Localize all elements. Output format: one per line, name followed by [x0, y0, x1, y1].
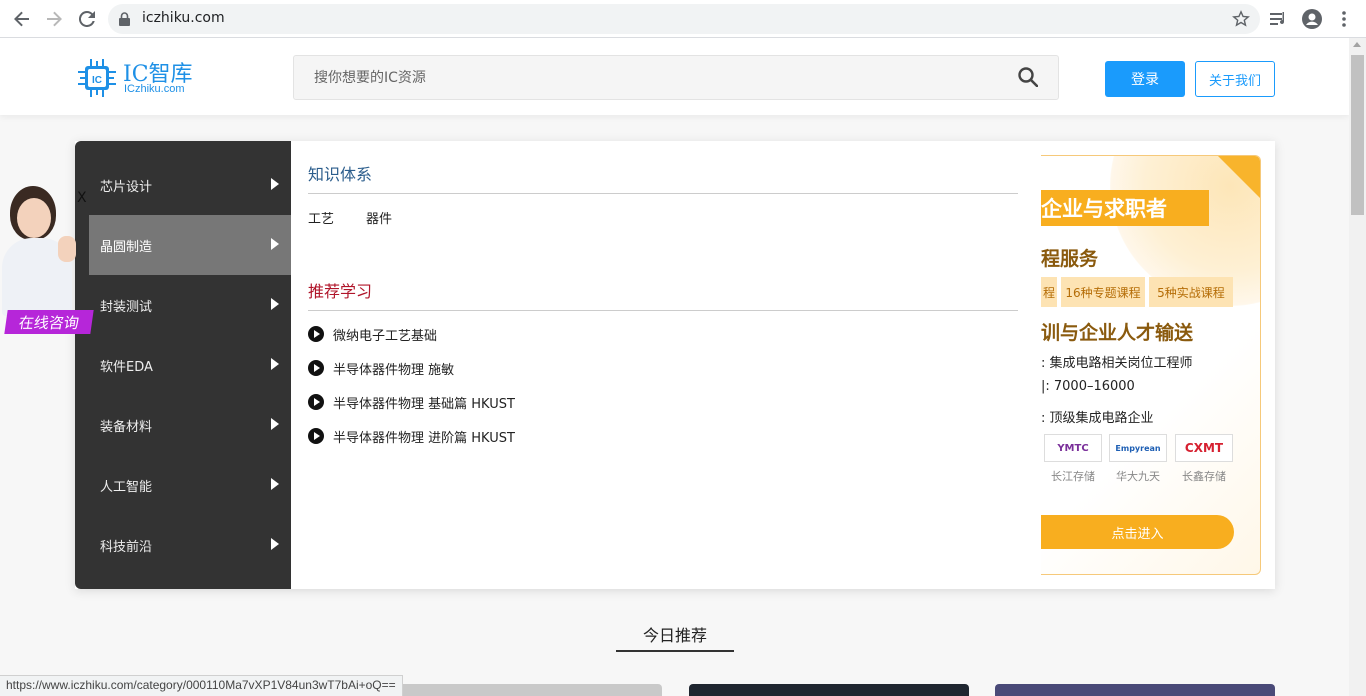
play-icon	[308, 326, 324, 342]
promo-line: : 顶级集成电路企业	[1041, 411, 1154, 426]
company-logo-empyrean: Empyrean	[1109, 434, 1167, 462]
category-sidebar: 芯片设计 晶圆制造 封装测试 软件EDA 装备材料 人工智能 科技前沿	[75, 141, 291, 589]
site-logo[interactable]: IC IC智库 ICzhiku.com	[75, 56, 205, 100]
sidebar-item-equipment-materials[interactable]: 装备材料	[89, 395, 291, 455]
sidebar-item-label: 封装测试	[100, 299, 153, 315]
sidebar-item-label: 晶圆制造	[100, 239, 153, 255]
category-mega-menu: 芯片设计 晶圆制造 封装测试 软件EDA 装备材料 人工智能 科技前沿 知识体系…	[75, 141, 1275, 589]
login-button[interactable]: 登录	[1105, 61, 1185, 97]
course-link[interactable]: 半导体器件物理 进阶篇 HKUST	[308, 426, 515, 446]
site-header: IC IC智库 ICzhiku.com 登录 关于我们	[0, 38, 1349, 115]
promo-line: |: 7000–16000	[1041, 379, 1135, 394]
sidebar-item-label: 芯片设计	[100, 179, 153, 195]
knowledge-section-title: 知识体系	[308, 165, 373, 184]
company-logo-ymtc: YMTC	[1044, 434, 1102, 462]
course-title: 微纳电子工艺基础	[333, 328, 438, 344]
course-title: 半导体器件物理 进阶篇 HKUST	[333, 430, 515, 446]
promo-tag: 5种实战课程	[1149, 277, 1233, 307]
bookmark-star-icon[interactable]	[1232, 10, 1250, 32]
keyword-link-device[interactable]: 器件	[366, 208, 392, 227]
course-title: 半导体器件物理 基础篇 HKUST	[333, 396, 515, 412]
company-name: 长江存储	[1051, 470, 1095, 483]
search-icon[interactable]	[1018, 67, 1039, 91]
link-status-bar: https://www.iczhiku.com/category/000110M…	[0, 675, 403, 696]
avatar-hand	[58, 236, 76, 262]
category-content: 知识体系 工艺 器件 推荐学习 微纳电子工艺基础 半导体器件物理 施敏 半导体器…	[308, 141, 1018, 589]
promo-headline: 企业与求职者	[1041, 190, 1209, 226]
caret-right-icon	[271, 178, 279, 190]
company-name: 华大九天	[1116, 470, 1160, 483]
sidebar-item-packaging-test[interactable]: 封装测试	[89, 275, 291, 335]
chip-logo-icon: IC	[78, 59, 116, 97]
recommend-card[interactable]	[689, 684, 969, 696]
course-link[interactable]: 微纳电子工艺基础	[308, 324, 437, 344]
decorative-corner	[1218, 156, 1260, 198]
online-consult-widget[interactable]: X 在线咨询	[0, 186, 100, 346]
play-icon	[308, 428, 324, 444]
reload-icon[interactable]	[77, 9, 97, 29]
play-icon	[308, 394, 324, 410]
enter-button[interactable]: 点击进入	[1041, 515, 1234, 549]
caret-right-icon	[271, 358, 279, 370]
vertical-scrollbar[interactable]	[1349, 38, 1366, 696]
caret-right-icon	[271, 298, 279, 310]
avatar-face	[17, 198, 51, 238]
address-bar[interactable]: iczhiku.com	[108, 4, 1260, 34]
about-us-button[interactable]: 关于我们	[1195, 61, 1275, 97]
sidebar-item-label: 科技前沿	[100, 539, 153, 555]
company-name: 长鑫存储	[1182, 470, 1226, 483]
sidebar-item-label: 人工智能	[100, 479, 153, 495]
browser-toolbar: iczhiku.com	[0, 0, 1366, 38]
page-viewport: IC IC智库 ICzhiku.com 登录 关于我们 芯片设计	[0, 38, 1349, 696]
forward-icon[interactable]	[44, 9, 64, 29]
scroll-up-icon[interactable]	[1353, 42, 1361, 47]
recommend-section-title: 推荐学习	[308, 282, 373, 301]
divider	[308, 193, 1018, 194]
course-title: 半导体器件物理 施敏	[333, 362, 455, 378]
scroll-thumb[interactable]	[1351, 55, 1364, 215]
sidebar-item-wafer-fab[interactable]: 晶圆制造	[89, 215, 291, 275]
more-menu-icon[interactable]	[1334, 9, 1354, 29]
promo-tag: 16种专题课程	[1061, 277, 1145, 307]
promo-line: : 集成电路相关岗位工程师	[1041, 356, 1193, 371]
lock-icon	[119, 12, 130, 30]
today-recommend-tab[interactable]: 今日推荐	[616, 618, 734, 652]
url-text[interactable]: iczhiku.com	[142, 10, 225, 26]
logo-subtitle: ICzhiku.com	[124, 83, 185, 95]
sidebar-item-label: 装备材料	[100, 419, 153, 435]
svg-text:IC: IC	[92, 75, 102, 86]
play-icon	[308, 360, 324, 376]
sidebar-item-label: 软件EDA	[100, 359, 153, 375]
course-link[interactable]: 半导体器件物理 施敏	[308, 358, 454, 378]
consult-label[interactable]: 在线咨询	[4, 310, 94, 334]
sidebar-item-chip-design[interactable]: 芯片设计	[89, 155, 291, 215]
caret-right-icon	[271, 418, 279, 430]
divider	[308, 310, 1018, 311]
promo-tag: 程	[1041, 277, 1057, 307]
course-link[interactable]: 半导体器件物理 基础篇 HKUST	[308, 392, 515, 412]
media-control-icon[interactable]	[1269, 9, 1289, 29]
search-box	[293, 55, 1059, 100]
company-logo-cxmt: CXMT	[1175, 434, 1233, 462]
recommend-card[interactable]	[995, 684, 1275, 696]
keyword-link-process[interactable]: 工艺	[308, 208, 334, 227]
promo-subheading: 训与企业人才输送	[1041, 322, 1194, 344]
promo-subheading: 程服务	[1041, 248, 1099, 270]
caret-right-icon	[271, 238, 279, 250]
sidebar-item-software-eda[interactable]: 软件EDA	[89, 335, 291, 395]
sidebar-item-ai[interactable]: 人工智能	[89, 455, 291, 515]
caret-right-icon	[271, 478, 279, 490]
profile-icon[interactable]	[1302, 9, 1322, 29]
close-consult-button[interactable]: X	[77, 190, 87, 206]
caret-right-icon	[271, 538, 279, 550]
search-input[interactable]	[294, 56, 994, 99]
back-icon[interactable]	[12, 9, 32, 29]
sidebar-item-tech-frontier[interactable]: 科技前沿	[89, 515, 291, 575]
promo-banner[interactable]: 企业与求职者 程服务 程 16种专题课程 5种实战课程 训与企业人才输送 : 集…	[1041, 155, 1261, 575]
